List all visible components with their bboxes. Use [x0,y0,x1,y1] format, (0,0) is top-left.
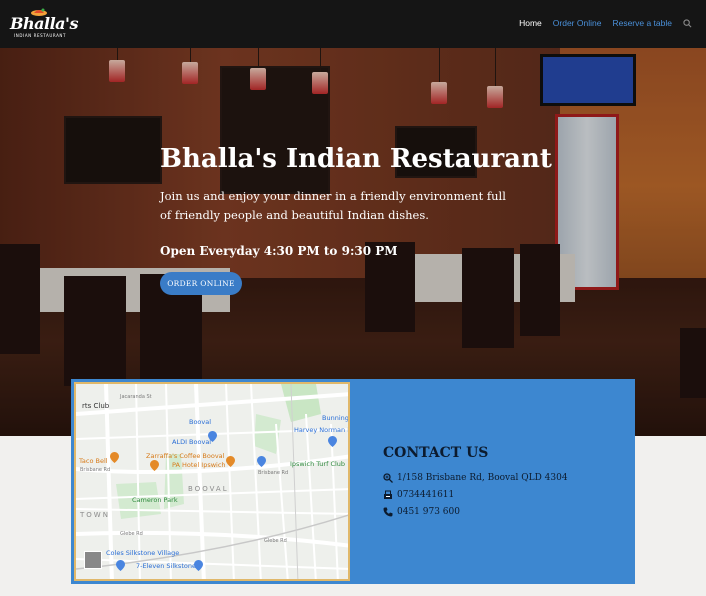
nav-item-order-online[interactable]: Order Online [553,18,602,28]
phone-icon [383,507,393,517]
address-text: 1/158 Brisbane Rd, Booval QLD 4304 [397,473,568,483]
opening-hours: Open Everyday 4:30 PM to 9:30 PM [160,244,398,258]
map-pin-icon[interactable] [110,452,119,463]
brand-name: Bhalla's [10,14,78,33]
map-label-cameron-park: Cameron Park [132,496,178,504]
map-label-bunnings: Bunning [322,414,349,422]
map-label-street: Jacaranda St [120,394,152,400]
map-label-booval-area: BOOVAL [188,485,229,493]
map-label-street: Brisbane Rd [80,467,111,473]
map-label-zarraffas: Zarraffa's Coffee Booval [146,452,225,460]
nav-item-home[interactable]: Home [519,18,542,28]
map-label-coles: Coles Silkstone Village [106,549,180,557]
landline-number[interactable]: 0734441611 [397,490,454,500]
contact-address: 1/158 Brisbane Rd, Booval QLD 4304 [383,473,568,483]
search-icon[interactable] [683,18,692,28]
nav-item-reserve-table[interactable]: Reserve a table [612,18,672,28]
map-label-arts-club: rts Club [82,402,110,410]
hero-banner: Bhalla's Indian Restaurant Join us and e… [0,48,706,436]
map-pin-icon[interactable] [226,456,235,467]
map-pin-icon[interactable] [150,460,159,471]
map-label-harvey-norman: Harvey Norman B [294,426,350,434]
map-label-town: TOWN [80,511,110,519]
map-label-street: Brisbane Rd [258,470,289,476]
street-view-icon[interactable] [84,551,102,569]
contact-mobile[interactable]: 0451 973 600 [383,507,460,517]
location-map[interactable]: rts Club Jacaranda St Booval Bunning Har… [74,382,350,581]
contact-landline[interactable]: 0734441611 [383,490,454,500]
location-search-icon [383,473,393,483]
brand-tagline: INDIAN RESTAURANT [14,33,67,38]
map-label-turf-club: Ipswich Turf Club [290,460,346,468]
map-label-aldi: ALDI Booval [172,438,212,446]
map-label-booval-station: Booval [189,418,212,426]
site-header: Bhalla's INDIAN RESTAURANT Home Order On… [0,0,706,48]
map-label-seven-eleven: 7-Eleven Silkstone [136,562,196,570]
map-label-street: Glebe Rd [264,538,287,544]
hero-title: Bhalla's Indian Restaurant [160,144,552,174]
mobile-number[interactable]: 0451 973 600 [397,507,460,517]
map-label-street: Glebe Rd [120,531,143,537]
map-pin-icon[interactable] [208,431,217,442]
map-pin-icon[interactable] [116,560,125,571]
fax-icon [384,490,392,499]
map-pin-icon[interactable] [194,560,203,571]
main-nav: Home Order Online Reserve a table [519,18,692,28]
map-pin-icon[interactable] [328,436,337,447]
order-online-button[interactable]: ORDER ONLINE [160,272,242,295]
map-label-taco-bell: Taco Bell [79,457,108,465]
map-label-pa-hotel: PA Hotel Ipswich [172,461,226,469]
map-pin-icon[interactable] [257,456,266,467]
hero-description: Join us and enjoy your dinner in a frien… [160,189,506,222]
contact-title: CONTACT US [383,445,489,461]
brand-logo[interactable]: Bhalla's INDIAN RESTAURANT [8,8,78,40]
